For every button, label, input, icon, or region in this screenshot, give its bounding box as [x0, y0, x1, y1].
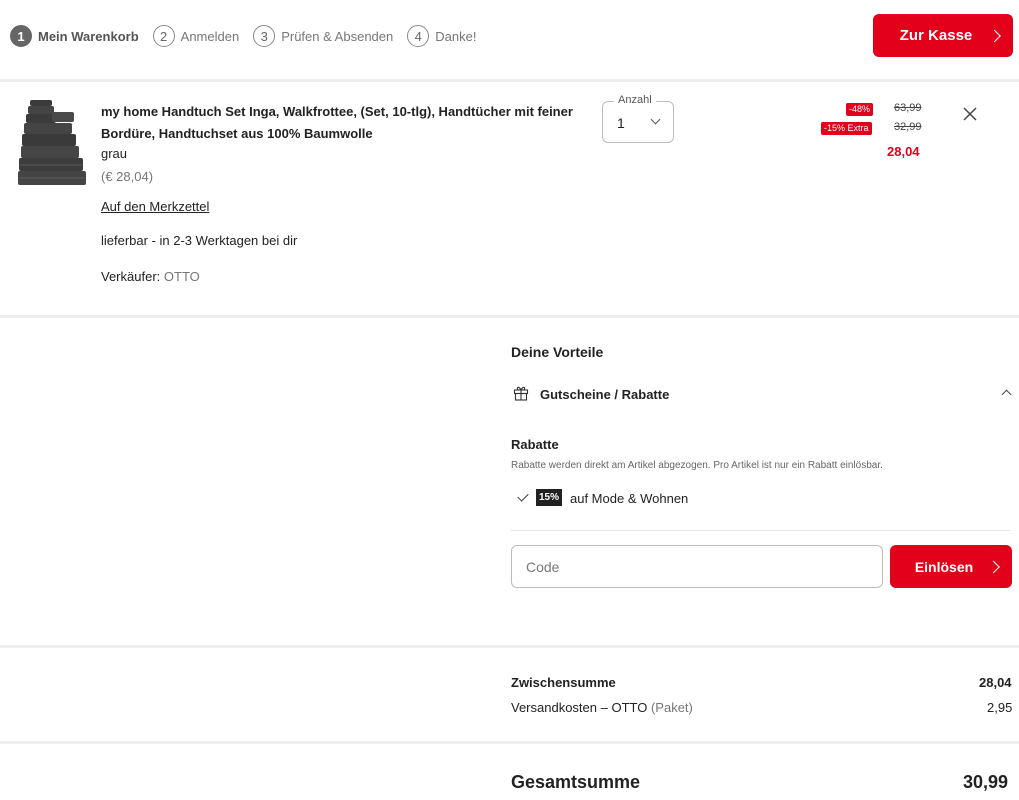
wishlist-link[interactable]: Auf den Merkzettel [101, 199, 209, 214]
step-label: Danke! [435, 28, 477, 44]
voucher-toggle-label[interactable]: Gutscheine / Rabatte [540, 387, 669, 402]
step-number: 4 [407, 25, 430, 47]
checkout-header: 1 Mein Warenkorb 2 Anmelden 3 Prüfen & A… [0, 0, 1019, 79]
shipping-value: 2,95 [987, 700, 1013, 715]
final-price: 28,04 [887, 144, 920, 159]
divider [0, 741, 1019, 744]
quantity-select[interactable]: Anzahl 1 [602, 94, 674, 143]
shipping-note: (Paket) [650, 700, 693, 715]
benefits-title: Deine Vorteile [511, 344, 604, 360]
original-price: 63,99 [894, 102, 922, 114]
extra-discount-badge: -15% Extra [821, 122, 872, 135]
step-number: 3 [253, 25, 276, 47]
step-cart: 1 Mein Warenkorb [10, 25, 139, 47]
product-title[interactable]: my home Handtuch Set Inga, Walkfrottee, … [101, 101, 591, 145]
product-image[interactable] [16, 98, 88, 188]
rabatte-title: Rabatte [511, 437, 559, 452]
step-label: Mein Warenkorb [38, 28, 139, 44]
product-color: grau [101, 146, 128, 161]
seller-value: OTTO [163, 269, 200, 284]
discount-percent-badge: 15% [536, 489, 563, 506]
close-icon[interactable] [962, 106, 978, 122]
subtotal-value: 28,04 [979, 675, 1012, 690]
check-icon [517, 490, 529, 502]
step-thanks: 4 Danke! [407, 25, 476, 47]
step-review: 3 Prüfen & Absenden [253, 25, 393, 47]
divider [511, 530, 1011, 531]
delivery-info: lieferbar - in 2-3 Werktagen bei dir [101, 233, 298, 248]
divider [0, 79, 1019, 82]
step-number: 2 [152, 25, 175, 47]
seller-info: Verkäufer: OTTO [101, 269, 200, 284]
rabatte-description: Rabatte werden direkt am Artikel abgezog… [511, 460, 883, 471]
chevron-right-icon [987, 560, 1000, 573]
shipping-row: Versandkosten – OTTO (Paket) [511, 700, 693, 715]
reduced-price: 32,99 [894, 121, 922, 133]
total-label: Gesamtsumme [511, 772, 641, 792]
step-login: 2 Anmelden [152, 25, 240, 47]
divider [0, 645, 1019, 648]
product-unit-price: (€ 28,04) [101, 169, 154, 184]
step-label: Anmelden [180, 28, 240, 44]
checkout-button-label: Zur Kasse [899, 27, 973, 44]
checkout-button[interactable]: Zur Kasse [873, 14, 1013, 57]
discount-badge: -48% [846, 103, 874, 116]
chevron-up-icon[interactable] [1001, 389, 1012, 400]
gift-icon [513, 386, 529, 401]
code-input[interactable] [511, 545, 883, 588]
seller-label: Verkäufer: [101, 269, 161, 284]
quantity-label: Anzahl [614, 94, 656, 106]
redeem-button[interactable]: Einlösen [890, 545, 1012, 588]
divider [0, 315, 1019, 318]
discount-text: auf Mode & Wohnen [570, 491, 689, 506]
chevron-down-icon [650, 114, 661, 125]
redeem-button-label: Einlösen [914, 558, 974, 575]
step-number: 1 [10, 25, 32, 47]
chevron-right-icon [988, 29, 1001, 42]
shipping-label: Versandkosten – OTTO [511, 700, 648, 715]
step-label: Prüfen & Absenden [281, 28, 394, 44]
subtotal-label: Zwischensumme [511, 675, 616, 690]
quantity-value: 1 [617, 115, 625, 131]
checkout-steps: 1 Mein Warenkorb 2 Anmelden 3 Prüfen & A… [10, 25, 490, 47]
total-value: 30,99 [963, 772, 1009, 792]
